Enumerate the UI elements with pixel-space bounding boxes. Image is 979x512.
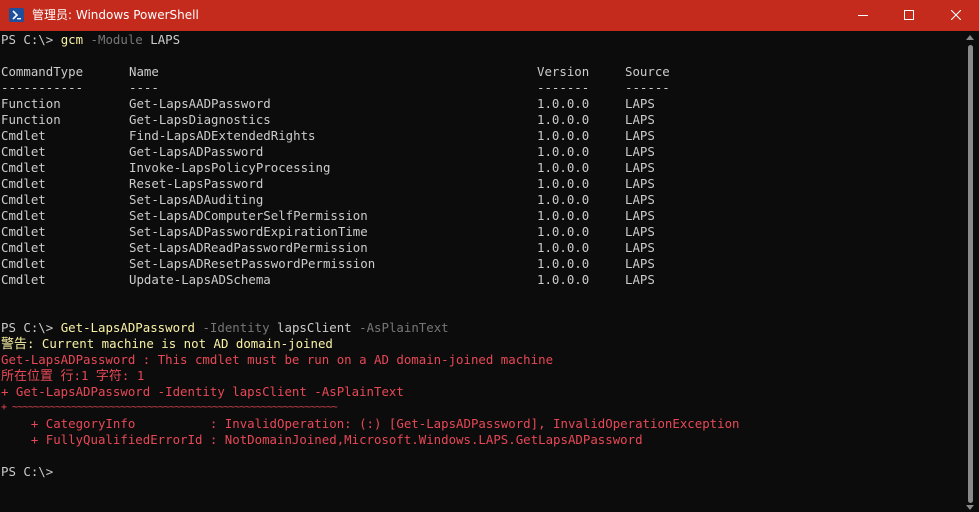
error-category-info: + CategoryInfo : InvalidOperation: (:) [… — [1, 416, 740, 431]
error-command-echo: + Get-LapsADPassword -Identity lapsClien… — [1, 384, 404, 399]
table-cell-type: Cmdlet — [1, 160, 46, 175]
header-commandtype: CommandType — [1, 64, 84, 79]
table-cell-name: Set-LapsADComputerSelfPermission — [129, 208, 368, 223]
table-cell-type: Cmdlet — [1, 224, 46, 239]
table-cell-source: LAPS — [625, 144, 655, 159]
error-underline: + ~~~~~~~~~~~~~~~~~~~~~~~~~~~~~~~~~~~~~~… — [1, 402, 338, 413]
command-argument: LAPS — [150, 32, 181, 47]
table-cell-source: LAPS — [625, 240, 655, 255]
table-cell-type: Cmdlet — [1, 256, 46, 271]
table-cell-source: LAPS — [625, 208, 655, 223]
minimize-icon — [858, 15, 868, 16]
prompt-line-1: PS C:\> gcm -Module LAPS — [1, 32, 180, 48]
scroll-down-icon[interactable] — [966, 505, 974, 510]
scroll-thumb[interactable] — [968, 45, 973, 503]
table-cell-source: LAPS — [625, 112, 655, 127]
header-name: Name — [129, 64, 159, 79]
table-cell-name: Set-LapsADPasswordExpirationTime — [129, 224, 368, 239]
table-cell-source: LAPS — [625, 128, 655, 143]
minimize-button[interactable] — [840, 0, 886, 31]
table-cell-name: Set-LapsADAuditing — [129, 192, 264, 207]
header-version: Version — [537, 64, 590, 79]
powershell-icon — [9, 8, 24, 22]
table-cell-source: LAPS — [625, 256, 655, 271]
error-message: Get-LapsADPassword : This cmdlet must be… — [1, 352, 554, 367]
table-cell-name: Update-LapsADSchema — [129, 272, 271, 287]
prompt-line-3[interactable]: PS C:\> — [1, 464, 53, 480]
header-version-cell: Version — [537, 64, 589, 80]
table-cell-type: Cmdlet — [1, 240, 46, 255]
command-argument: lapsClient — [277, 320, 352, 335]
table-cell-version: 1.0.0.0 — [537, 144, 590, 159]
table-cell-version: 1.0.0.0 — [537, 160, 590, 175]
error-fully-qualified-id: + FullyQualifiedErrorId : NotDomainJoine… — [1, 432, 643, 447]
table-cell-source: LAPS — [625, 192, 655, 207]
table-cell-type: Cmdlet — [1, 192, 46, 207]
table-cell-name: Invoke-LapsPolicyProcessing — [129, 160, 331, 175]
header-name-cell: Name — [129, 64, 159, 80]
table-cell-version: 1.0.0.0 — [537, 256, 590, 271]
warning-line: 警告: Current machine is not AD domain-joi… — [1, 336, 333, 352]
scroll-up-icon[interactable] — [966, 35, 974, 40]
header-source: Source — [625, 64, 670, 79]
table-cell-name: Get-LapsDiagnostics — [129, 112, 271, 127]
underline-name: ---- — [129, 80, 159, 95]
table-cell-version: 1.0.0.0 — [537, 176, 590, 191]
close-icon — [951, 10, 961, 20]
prompt-line-2: PS C:\> Get-LapsADPassword -Identity lap… — [1, 320, 449, 336]
underline-version: ------- — [537, 80, 590, 95]
underline-source: ------ — [625, 80, 670, 95]
console-output[interactable]: PS C:\> gcm -Module LAPS CommandType Nam… — [0, 31, 962, 512]
error-location: 所在位置 行:1 字符: 1 — [1, 368, 145, 384]
table-cell-name: Set-LapsADReadPasswordPermission — [129, 240, 368, 255]
table-cell-name: Get-LapsADPassword — [129, 144, 264, 159]
table-cell-source: LAPS — [625, 160, 655, 175]
command-parameter: -Module — [90, 32, 143, 47]
table-cell-type: Function — [1, 96, 61, 111]
table-cell-version: 1.0.0.0 — [537, 224, 590, 239]
table-cell-name: Set-LapsADResetPasswordPermission — [129, 256, 376, 271]
table-cell-version: 1.0.0.0 — [537, 192, 590, 207]
table-cell-type: Cmdlet — [1, 176, 46, 191]
prompt: PS C:\> — [1, 320, 54, 335]
prompt: PS C:\> — [1, 464, 54, 479]
command-name: Get-LapsADPassword — [60, 320, 195, 335]
header-source-cell: Source — [625, 64, 670, 80]
table-cell-name: Reset-LapsPassword — [129, 176, 264, 191]
command-parameter: -AsPlainText — [359, 320, 449, 335]
underline-commandtype: ----------- — [1, 80, 84, 95]
table-cell-name: Get-LapsAADPassword — [129, 96, 271, 111]
close-button[interactable] — [933, 0, 979, 31]
table-cell-type: Cmdlet — [1, 128, 46, 143]
table-cell-source: LAPS — [625, 176, 655, 191]
table-cell-name: Find-LapsADExtendedRights — [129, 128, 316, 143]
table-cell-version: 1.0.0.0 — [537, 128, 590, 143]
table-cell-version: 1.0.0.0 — [537, 96, 590, 111]
command-parameter: -Identity — [202, 320, 270, 335]
table-cell-version: 1.0.0.0 — [537, 272, 590, 287]
maximize-button[interactable] — [886, 0, 932, 31]
vertical-scrollbar[interactable] — [962, 31, 979, 512]
table-cell-type: Cmdlet — [1, 144, 46, 159]
table-cell-type: Cmdlet — [1, 208, 46, 223]
prompt: PS C:\> — [1, 32, 54, 47]
table-cell-type: Cmdlet — [1, 272, 46, 287]
table-cell-source: LAPS — [625, 96, 655, 111]
table-cell-type: Function — [1, 112, 61, 127]
maximize-icon — [904, 10, 914, 20]
table-cell-version: 1.0.0.0 — [537, 208, 590, 223]
table-cell-source: LAPS — [625, 224, 655, 239]
command-name: gcm — [60, 32, 84, 47]
table-cell-source: LAPS — [625, 272, 655, 287]
table-header: CommandType — [1, 64, 83, 80]
table-cell-version: 1.0.0.0 — [537, 112, 590, 127]
table-cell-version: 1.0.0.0 — [537, 240, 590, 255]
title-bar[interactable]: 管理员: Windows PowerShell — [0, 0, 979, 31]
window-title: 管理员: Windows PowerShell — [32, 8, 199, 22]
